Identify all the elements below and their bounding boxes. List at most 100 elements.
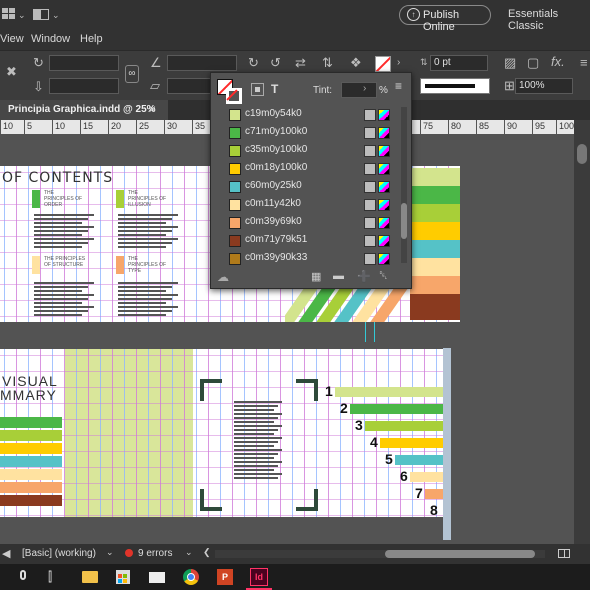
workspace-switcher[interactable]: Essentials Classic	[508, 8, 590, 32]
swatch-row[interactable]: c35m0y100k0	[211, 141, 401, 159]
guide-line[interactable]	[374, 322, 375, 342]
publish-online-button[interactable]: ↑ Publish Online	[399, 5, 491, 33]
stroke-weight-stepper-icon[interactable]: ⇅	[420, 55, 428, 69]
angle-field[interactable]	[167, 55, 237, 71]
stroke-weight-field[interactable]: 0 pt	[430, 55, 488, 71]
microphone-icon[interactable]	[20, 570, 26, 580]
angle-icon[interactable]: ∠	[150, 56, 162, 70]
swatch-row[interactable]: c60m0y25k0	[211, 177, 401, 195]
ruler-tick-label: 100	[559, 121, 574, 131]
new-swatch-icon[interactable]: ➕	[357, 270, 371, 283]
text-wrap-icon[interactable]: ▨	[504, 56, 516, 70]
summary-heading-continued[interactable]: MMARY	[0, 387, 57, 403]
indesign-icon[interactable]: Id	[250, 568, 268, 586]
panel-menu-icon[interactable]: ≡	[395, 79, 402, 93]
cloud-library-icon[interactable]: ☁	[217, 270, 229, 284]
swatch-row[interactable]: c0m11y42k0	[211, 195, 401, 213]
column-guide	[64, 349, 65, 517]
swatch-row[interactable]: c19m0y54k0	[211, 105, 401, 123]
placeholder-text-line	[34, 246, 82, 248]
chevron-down-icon[interactable]: ⌄	[106, 547, 114, 558]
stroke-none-swatch[interactable]	[375, 56, 391, 72]
fit-icon[interactable]: ⊞	[504, 79, 515, 93]
mail-icon[interactable]	[149, 572, 165, 583]
spread-visual-summary[interactable]: VISUAL MMARY 12345678	[0, 349, 450, 518]
swatch-row[interactable]: c71m0y100k0	[211, 123, 401, 141]
swatch-row[interactable]: c0m39y69k0	[211, 213, 401, 231]
powerpoint-icon[interactable]: P	[217, 569, 233, 585]
summary-bars	[0, 417, 62, 507]
rotate-ccw-icon[interactable]: ↺	[270, 56, 281, 70]
scroll-thumb[interactable]	[401, 203, 407, 239]
scroll-thumb[interactable]	[385, 550, 535, 558]
container-format-icon[interactable]	[251, 83, 264, 96]
ruler-tick-label: 80	[451, 121, 462, 131]
cmyk-mode-icon	[378, 127, 390, 139]
transform-icon[interactable]: ✖	[6, 65, 17, 79]
swatch-row[interactable]: c0m39y90k33	[211, 249, 401, 267]
tint-field[interactable]	[341, 82, 377, 98]
preflight-profile[interactable]: [Basic] (working)	[22, 548, 96, 559]
swatch-color-chip	[229, 235, 241, 247]
menu-window[interactable]: Window	[31, 33, 70, 45]
flip-vertical-icon[interactable]: ⇅	[322, 56, 333, 70]
placeholder-text-line	[118, 302, 166, 304]
file-explorer-icon[interactable]	[82, 571, 98, 583]
ruler-tick-label: 10	[55, 121, 66, 131]
rotation-field[interactable]	[49, 55, 119, 71]
store-icon[interactable]	[116, 570, 130, 584]
publish-icon: ↑	[407, 8, 420, 21]
guide-line[interactable]	[365, 322, 366, 342]
rotate-cw-icon[interactable]: ↻	[248, 56, 259, 70]
task-view-icon[interactable]: ⫿	[48, 569, 52, 585]
ruler-tick	[504, 120, 505, 134]
document-tab-title: Principia Graphica.indd @ 25%	[8, 104, 156, 115]
swatch-name: c0m71y79k51	[245, 234, 308, 245]
list-scrollbar[interactable]	[401, 107, 407, 263]
menu-view[interactable]: View	[0, 33, 24, 45]
flip-horizontal-icon[interactable]: ⇄	[295, 56, 306, 70]
swatches-panel[interactable]: T Tint: › % ≡ c19m0y54k0 c71m0y100k0 c35m0…	[210, 72, 412, 289]
constrain-proportions-icon[interactable]: ∞	[125, 65, 139, 83]
arrange-documents-icon[interactable]	[2, 8, 16, 20]
zoom-field[interactable]: 100%	[515, 78, 573, 94]
document-tab[interactable]: Principia Graphica.indd @ 25% ×	[0, 100, 168, 120]
vertical-scrollbar[interactable]	[574, 120, 590, 544]
horizontal-scrollbar[interactable]	[215, 550, 545, 558]
panel-menu-icon[interactable]: ≡	[580, 56, 588, 70]
chrome-icon[interactable]	[183, 569, 199, 585]
close-tab-button[interactable]: ×	[149, 102, 156, 116]
preflight-errors[interactable]: 9 errors	[138, 548, 172, 559]
split-window-icon[interactable]	[558, 549, 570, 558]
chevron-right-icon[interactable]: ›	[363, 83, 366, 94]
chevron-down-icon[interactable]: ⌄	[52, 8, 60, 22]
delete-swatch-icon[interactable]: ␡	[379, 270, 388, 283]
show-swatch-kinds-icon[interactable]: ▦	[311, 270, 321, 283]
swatch-row[interactable]: c0m18y100k0	[211, 159, 401, 177]
placeholder-text-line	[234, 429, 278, 431]
chevron-right-icon[interactable]: ›	[397, 56, 400, 70]
shear-field[interactable]	[49, 78, 119, 94]
placeholder-text-line	[34, 218, 88, 220]
screen-mode-icon[interactable]	[33, 9, 49, 20]
menu-help[interactable]: Help	[80, 33, 103, 45]
page-nav-icon[interactable]: ◀	[2, 547, 10, 560]
frame-fitting-icon[interactable]: ▢	[527, 56, 539, 70]
toc-heading[interactable]: OF CONTENTS	[2, 170, 113, 186]
select-content-icon[interactable]: ❖	[350, 56, 362, 70]
chevron-down-icon[interactable]: ⌄	[18, 8, 26, 22]
fill-stroke-icon[interactable]	[217, 79, 243, 105]
shear-angle-icon[interactable]: ▱	[150, 79, 160, 93]
page-edge-handle[interactable]	[443, 348, 451, 540]
swatch-row[interactable]: c0m71y79k51	[211, 231, 401, 249]
effects-icon[interactable]: fx.	[551, 55, 565, 69]
rotate-icon[interactable]: ↻	[33, 56, 44, 70]
shear-icon[interactable]: ⇩	[33, 80, 44, 94]
stroke-style-select[interactable]	[420, 78, 490, 94]
scroll-thumb[interactable]	[577, 144, 587, 164]
scroll-left-icon[interactable]: ❮	[203, 547, 211, 558]
new-color-group-icon[interactable]: ▬	[333, 270, 344, 282]
column-guide	[112, 349, 113, 517]
chevron-down-icon[interactable]: ⌄	[185, 547, 193, 558]
text-format-icon[interactable]: T	[271, 82, 278, 96]
